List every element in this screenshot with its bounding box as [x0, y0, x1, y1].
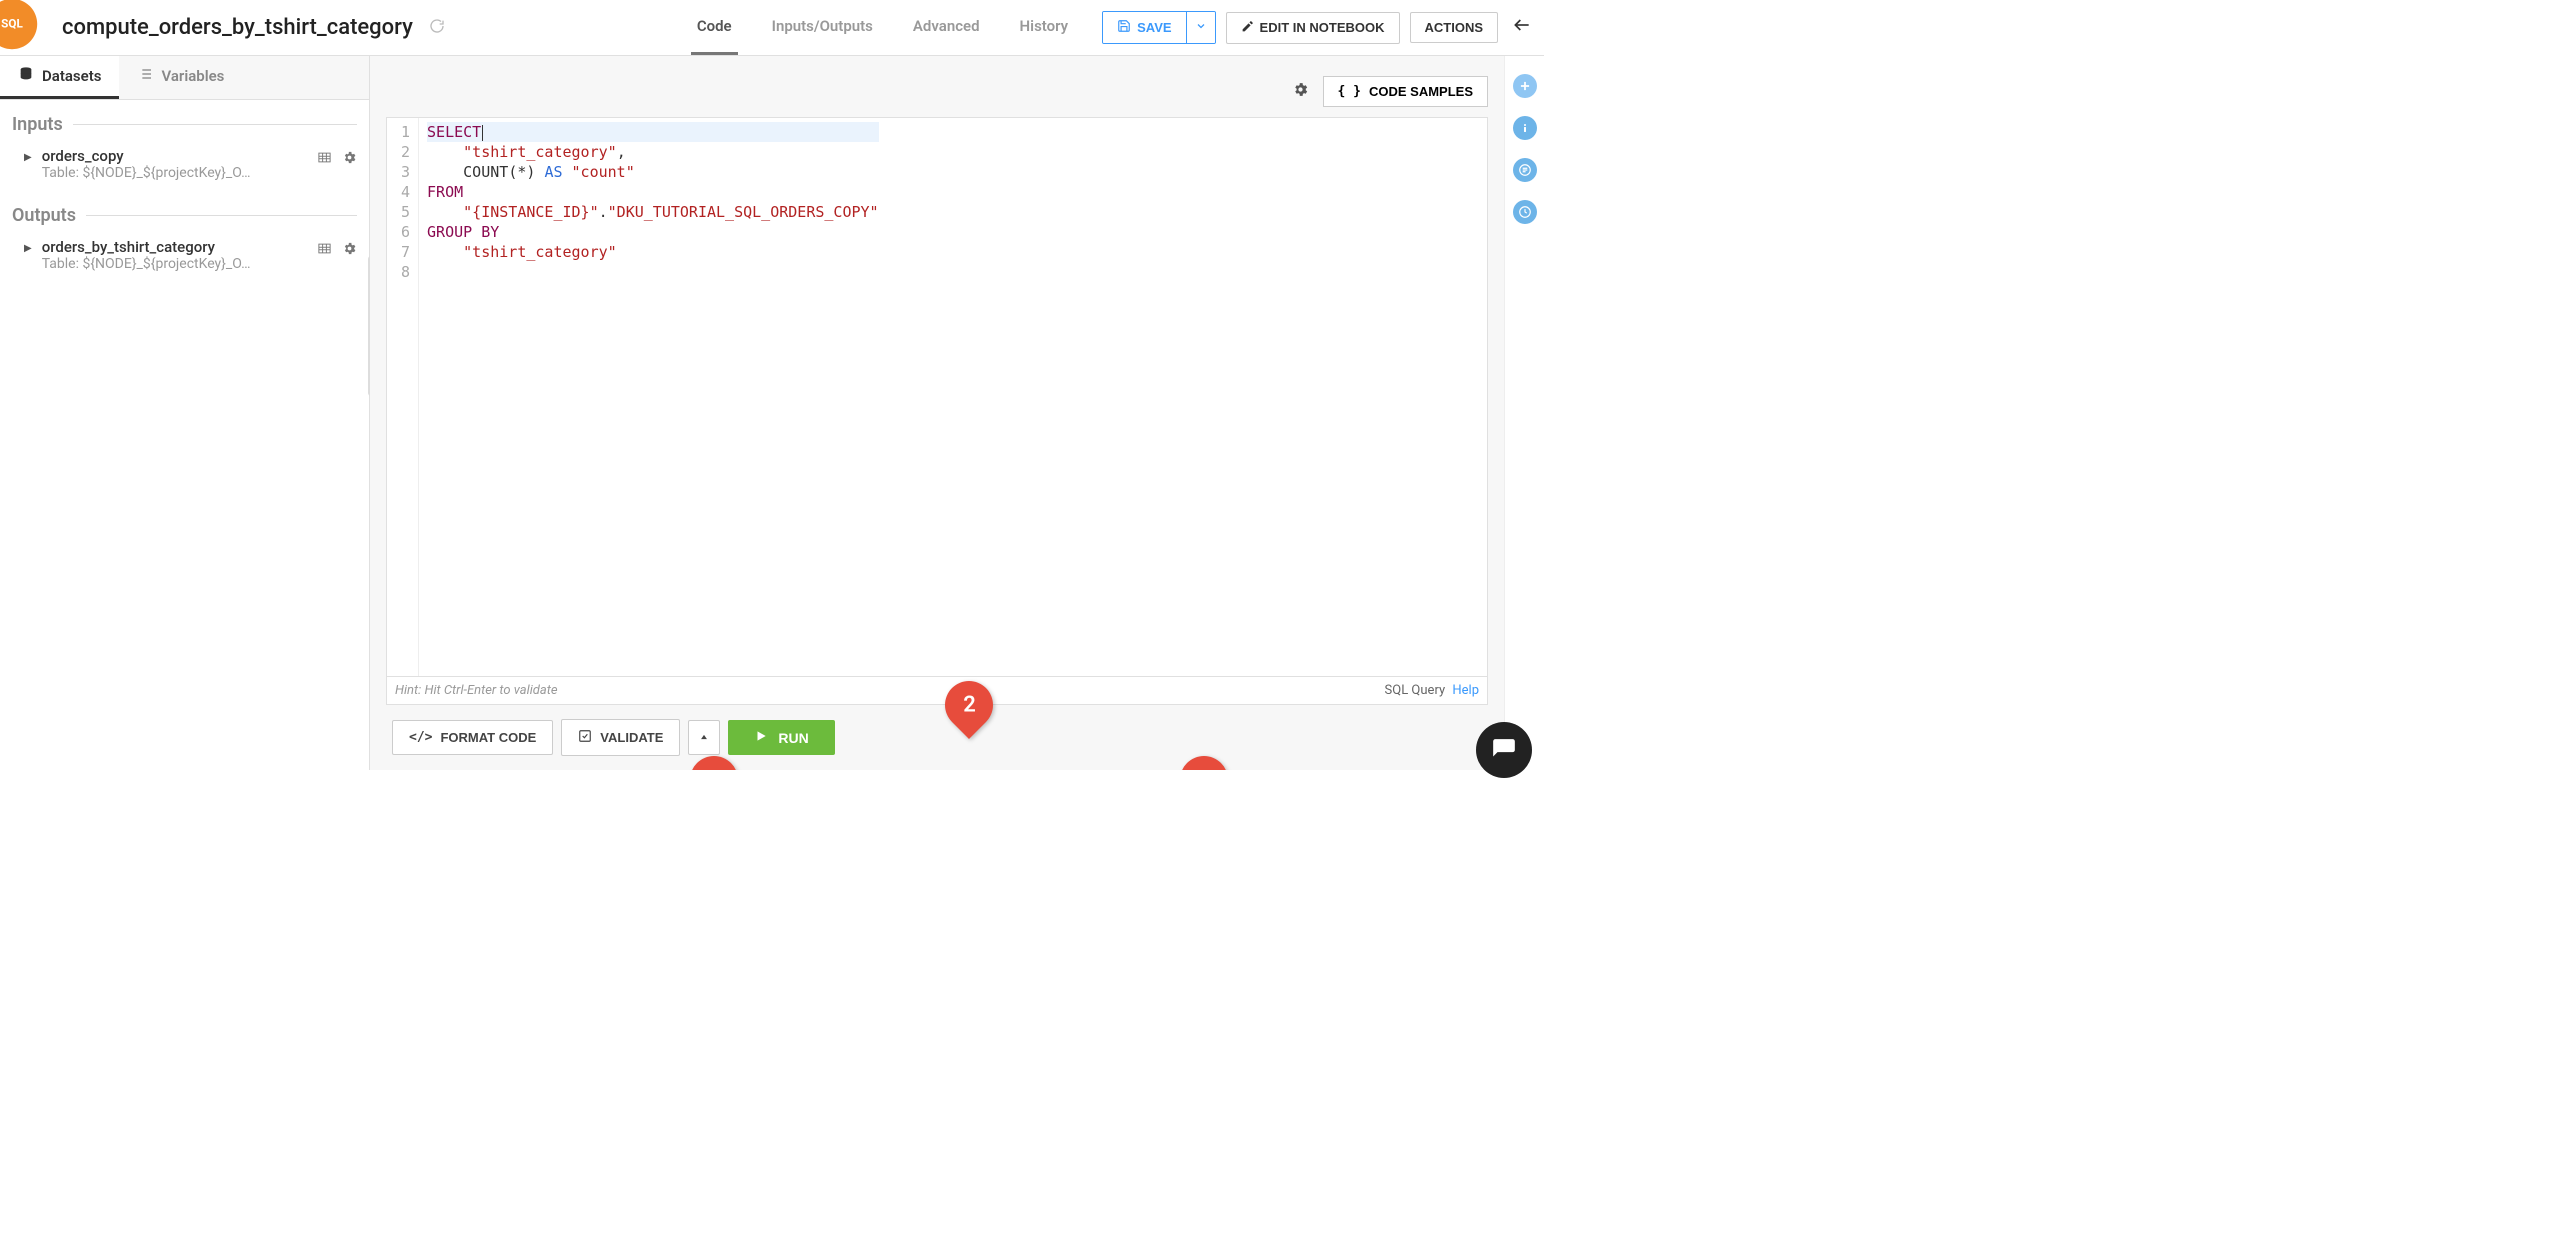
- input-dataset-row[interactable]: ▶ orders_copy Table: ${NODE}_${projectKe…: [0, 141, 369, 191]
- rail-plus-icon[interactable]: [1513, 74, 1537, 98]
- table-icon[interactable]: [317, 241, 332, 260]
- tab-code[interactable]: Code: [691, 0, 738, 55]
- annotation-pin-2: 2: [945, 681, 993, 737]
- play-icon: [754, 729, 768, 746]
- annotation-pin-1: 1: [690, 756, 738, 770]
- save-button-group: SAVE: [1102, 11, 1215, 44]
- gear-icon[interactable]: [342, 150, 357, 169]
- caret-up-icon: [699, 730, 709, 745]
- check-icon: [578, 729, 592, 746]
- back-arrow-icon[interactable]: [1512, 15, 1532, 40]
- help-link[interactable]: Help: [1452, 683, 1479, 698]
- output-dataset-row[interactable]: ▶ orders_by_tshirt_category Table: ${NOD…: [0, 232, 369, 282]
- run-button[interactable]: RUN: [728, 720, 834, 755]
- caret-right-icon: ▶: [24, 243, 32, 254]
- list-icon: [137, 66, 153, 86]
- chevron-down-icon: [1195, 20, 1207, 35]
- right-rail: [1504, 56, 1544, 770]
- code-samples-label: CODE SAMPLES: [1369, 84, 1473, 99]
- hint-bar: Hint: Hit Ctrl-Enter to validate SQL Que…: [386, 677, 1488, 705]
- inputs-section-label: Inputs: [12, 114, 63, 135]
- actions-button-label: ACTIONS: [1425, 20, 1484, 35]
- caret-right-icon: ▶: [24, 152, 32, 163]
- editor-toolbar: { } CODE SAMPLES: [386, 72, 1488, 117]
- action-row: </> FORMAT CODE VALIDATE: [386, 705, 1488, 770]
- dataset-table-path: Table: ${NODE}_${projectKey}_O…: [42, 256, 282, 272]
- annotation-pin-3: 3: [1180, 756, 1228, 770]
- dataset-name: orders_copy: [42, 147, 311, 165]
- pin-2-number: 2: [963, 693, 976, 718]
- line-gutter: 12345678: [387, 118, 419, 676]
- sidebar-tabs: Datasets Variables: [0, 56, 369, 100]
- save-button-label: SAVE: [1137, 20, 1171, 35]
- hint-text: Hint: Hit Ctrl-Enter to validate: [395, 683, 558, 698]
- pin-1-number: 1: [708, 768, 721, 770]
- divider: [86, 215, 357, 216]
- table-icon[interactable]: [317, 150, 332, 169]
- hint-right: SQL Query Help: [1385, 683, 1479, 698]
- sidebar: Datasets Variables Inputs ▶ orders_copy …: [0, 56, 370, 770]
- sidebar-tab-datasets-label: Datasets: [42, 67, 101, 85]
- sidebar-tab-variables[interactable]: Variables: [119, 56, 242, 99]
- pin-3-number: 3: [1198, 768, 1211, 770]
- edit-in-notebook-label: EDIT IN NOTEBOOK: [1260, 20, 1385, 35]
- main-panel: { } CODE SAMPLES 12345678 SELECT "tshirt…: [370, 56, 1504, 770]
- divider: [73, 124, 357, 125]
- reload-icon[interactable]: [429, 18, 445, 38]
- dataset-table-path: Table: ${NODE}_${projectKey}_O…: [42, 165, 282, 181]
- validate-dropdown-button[interactable]: [688, 720, 720, 755]
- header-bar: SQL compute_orders_by_tshirt_category Co…: [0, 0, 1544, 56]
- sql-badge: SQL: [0, 0, 37, 49]
- save-button[interactable]: SAVE: [1103, 12, 1185, 43]
- validate-label: VALIDATE: [600, 730, 663, 745]
- actions-button[interactable]: ACTIONS: [1410, 12, 1499, 43]
- dataset-action-icons: [317, 241, 357, 260]
- tab-history[interactable]: History: [1014, 0, 1075, 55]
- main-tabs: Code Inputs/Outputs Advanced History: [691, 0, 1074, 55]
- edit-in-notebook-button[interactable]: EDIT IN NOTEBOOK: [1226, 12, 1400, 44]
- save-dropdown-button[interactable]: [1186, 12, 1215, 43]
- dataset-info: orders_by_tshirt_category Table: ${NODE}…: [42, 238, 311, 272]
- tab-inputs-outputs[interactable]: Inputs/Outputs: [766, 0, 879, 55]
- recipe-name: compute_orders_by_tshirt_category: [62, 15, 413, 40]
- sidebar-tab-variables-label: Variables: [161, 67, 224, 85]
- rail-discuss-icon[interactable]: [1513, 158, 1537, 182]
- sql-query-label: SQL Query: [1385, 683, 1446, 698]
- pencil-icon: [1241, 20, 1254, 36]
- code-content[interactable]: SELECT "tshirt_category", COUNT(*) AS "c…: [419, 118, 887, 676]
- braces-icon: { }: [1338, 84, 1361, 99]
- rail-clock-icon[interactable]: [1513, 200, 1537, 224]
- database-icon: [18, 66, 34, 86]
- tab-advanced[interactable]: Advanced: [907, 0, 986, 55]
- outputs-section-title: Outputs: [0, 191, 369, 232]
- dataset-action-icons: [317, 150, 357, 169]
- code-editor[interactable]: 12345678 SELECT "tshirt_category", COUNT…: [386, 117, 1488, 677]
- run-label: RUN: [778, 730, 808, 746]
- save-icon: [1117, 19, 1131, 36]
- dataset-info: orders_copy Table: ${NODE}_${projectKey}…: [42, 147, 311, 181]
- header-actions: SAVE EDIT IN NOTEBOOK ACTIONS: [1102, 11, 1498, 44]
- code-icon: </>: [409, 730, 432, 745]
- inputs-section-title: Inputs: [0, 100, 369, 141]
- format-code-label: FORMAT CODE: [440, 730, 536, 745]
- sql-badge-text: SQL: [1, 17, 23, 31]
- sidebar-tab-datasets[interactable]: Datasets: [0, 56, 119, 99]
- format-code-button[interactable]: </> FORMAT CODE: [392, 720, 553, 755]
- gear-icon[interactable]: [342, 241, 357, 260]
- code-samples-button[interactable]: { } CODE SAMPLES: [1323, 76, 1489, 107]
- chat-bubble-icon[interactable]: [1476, 722, 1532, 778]
- settings-gear-icon[interactable]: [1292, 81, 1309, 102]
- rail-info-icon[interactable]: [1513, 116, 1537, 140]
- validate-button[interactable]: VALIDATE: [561, 719, 680, 756]
- outputs-section-label: Outputs: [12, 205, 76, 226]
- dataset-name: orders_by_tshirt_category: [42, 238, 311, 256]
